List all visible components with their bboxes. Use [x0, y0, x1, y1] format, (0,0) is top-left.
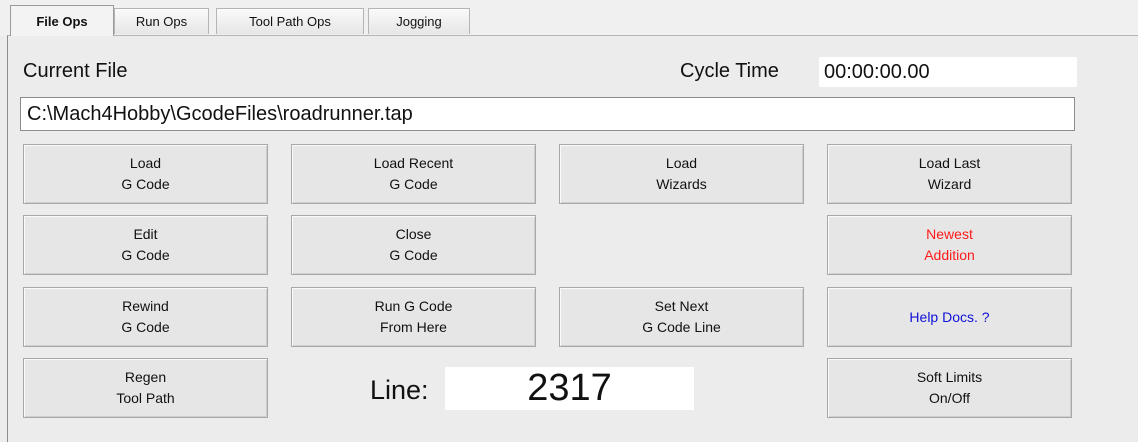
tab-tool-path-ops[interactable]: Tool Path Ops — [216, 8, 364, 34]
run-from-here-label-1: Run G Code — [374, 298, 453, 314]
set-next-gcode-line-button[interactable]: Set Next G Code Line — [559, 287, 804, 347]
rewind-gcode-label-1: Rewind — [122, 298, 169, 314]
newest-addition-label-2: Addition — [924, 247, 975, 263]
load-gcode-button[interactable]: Load G Code — [23, 144, 268, 204]
close-gcode-label-2: G Code — [389, 247, 438, 263]
current-file-path-field[interactable]: C:\Mach4Hobby\GcodeFiles\roadrunner.tap — [20, 97, 1075, 131]
cycle-time-display: 00:00:00.00 — [819, 57, 1077, 87]
load-recent-label-1: Load Recent — [373, 155, 454, 171]
current-line-display: 2317 — [445, 367, 694, 410]
tab-run-ops[interactable]: Run Ops — [114, 8, 209, 34]
regen-tool-path-label-1: Regen — [124, 369, 167, 385]
close-gcode-button[interactable]: Close G Code — [291, 215, 536, 275]
newest-addition-button[interactable]: Newest Addition — [827, 215, 1072, 275]
soft-limits-label-1: Soft Limits — [916, 369, 983, 385]
load-wizards-label-2: Wizards — [656, 176, 707, 192]
load-last-wizard-label-1: Load Last — [918, 155, 981, 171]
edit-gcode-label-1: Edit — [133, 226, 158, 242]
help-docs-button[interactable]: Help Docs. ? — [827, 287, 1072, 347]
rewind-gcode-label-2: G Code — [121, 319, 170, 335]
load-gcode-label-1: Load — [129, 155, 162, 171]
load-recent-label-2: G Code — [389, 176, 438, 192]
tab-strip: File Ops Run Ops Tool Path Ops Jogging — [0, 0, 1138, 36]
rewind-gcode-button[interactable]: Rewind G Code — [23, 287, 268, 347]
help-docs-label: Help Docs. ? — [909, 308, 990, 325]
edit-gcode-button[interactable]: Edit G Code — [23, 215, 268, 275]
load-wizards-label-1: Load — [665, 155, 698, 171]
line-label: Line: — [370, 375, 429, 405]
regen-tool-path-label-2: Tool Path — [116, 390, 175, 406]
set-next-line-label-2: G Code Line — [642, 319, 721, 335]
soft-limits-label-2: On/Off — [929, 390, 970, 406]
newest-addition-label-1: Newest — [926, 226, 973, 242]
run-from-here-label-2: From Here — [380, 319, 447, 335]
edit-gcode-label-2: G Code — [121, 247, 170, 263]
soft-limits-toggle-button[interactable]: Soft Limits On/Off — [827, 358, 1072, 418]
close-gcode-label-1: Close — [395, 226, 432, 242]
cycle-time-label: Cycle Time — [680, 60, 779, 82]
tab-jogging[interactable]: Jogging — [368, 8, 470, 34]
tab-file-ops[interactable]: File Ops — [10, 5, 114, 36]
load-last-wizard-button[interactable]: Load Last Wizard — [827, 144, 1072, 204]
load-last-wizard-label-2: Wizard — [927, 176, 972, 192]
load-gcode-label-2: G Code — [121, 176, 170, 192]
set-next-line-label-1: Set Next — [654, 298, 709, 314]
current-file-label: Current File — [23, 60, 128, 82]
regen-tool-path-button[interactable]: Regen Tool Path — [23, 358, 268, 418]
load-wizards-button[interactable]: Load Wizards — [559, 144, 804, 204]
run-gcode-from-here-button[interactable]: Run G Code From Here — [291, 287, 536, 347]
load-recent-gcode-button[interactable]: Load Recent G Code — [291, 144, 536, 204]
